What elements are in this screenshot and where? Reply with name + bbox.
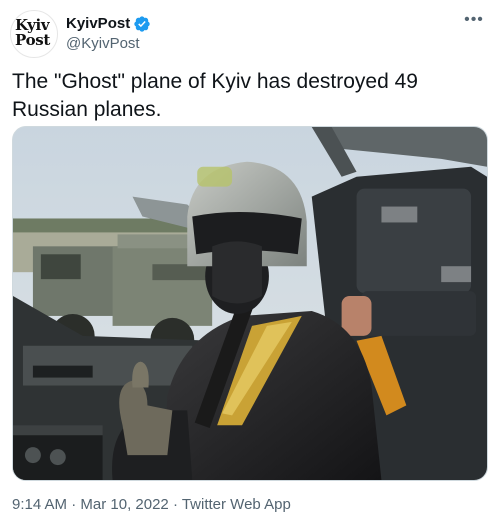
verified-badge-icon bbox=[133, 15, 151, 33]
meta-separator-2: · bbox=[168, 496, 182, 513]
tweet-source[interactable]: Twitter Web App bbox=[182, 496, 291, 513]
avatar-logo-line2: Post bbox=[15, 31, 51, 49]
meta-separator-1: · bbox=[67, 496, 81, 513]
tweet-date[interactable]: Mar 10, 2022 bbox=[80, 496, 168, 513]
display-name[interactable]: KyivPost bbox=[66, 14, 130, 34]
tweet-time[interactable]: 9:14 AM bbox=[12, 496, 67, 513]
more-options-icon[interactable]: ••• bbox=[462, 12, 486, 28]
cockpit-pilot-image bbox=[13, 127, 487, 480]
author-name-row[interactable]: KyivPost bbox=[66, 14, 151, 34]
tweet-card: Kyiv Post KyivPost @KyivPost ••• The "Gh… bbox=[0, 0, 500, 524]
user-handle[interactable]: @KyivPost bbox=[66, 34, 140, 54]
tweet-metadata: 9:14 AM · Mar 10, 2022 · Twitter Web App bbox=[12, 495, 291, 515]
avatar[interactable]: Kyiv Post bbox=[10, 10, 58, 58]
tweet-text: The "Ghost" plane of Kyiv has destroyed … bbox=[12, 70, 418, 121]
tweet-photo[interactable] bbox=[12, 126, 488, 481]
